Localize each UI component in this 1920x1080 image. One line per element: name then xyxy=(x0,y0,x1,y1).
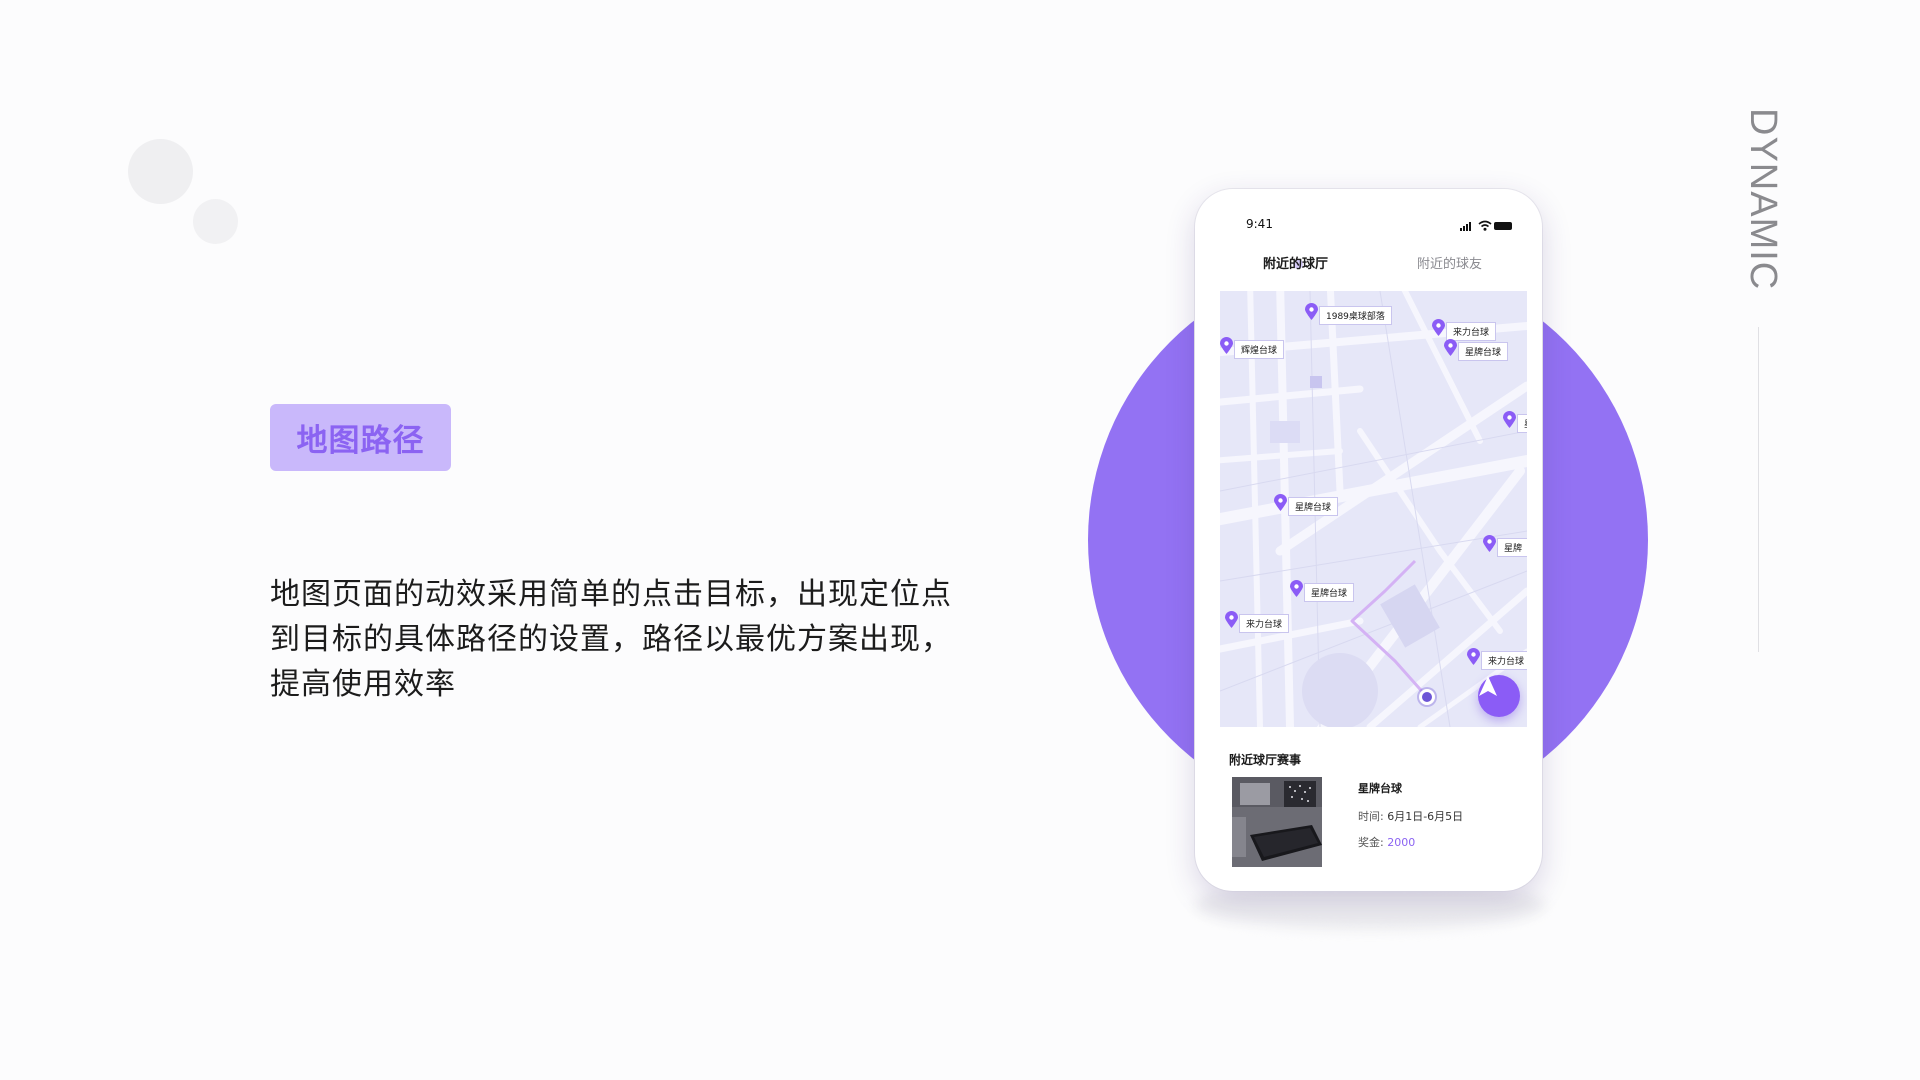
decorative-bubble-small xyxy=(193,199,238,244)
section-description: 地图页面的动效采用简单的点击目标，出现定位点到目标的具体路径的设置，路径以最优方… xyxy=(270,577,952,702)
map-marker[interactable]: 1989桌球部落 xyxy=(1305,303,1392,325)
tab-nearby-players[interactable]: 附近的球友 xyxy=(1417,253,1482,272)
event-thumbnail xyxy=(1232,777,1322,867)
event-section-title: 附近球厅赛事 xyxy=(1229,753,1302,767)
map-marker[interactable]: 来力台球 xyxy=(1467,648,1527,670)
map-marker[interactable]: 星牌台球 xyxy=(1444,339,1509,361)
decorative-bubble-large xyxy=(128,139,193,204)
map-marker[interactable]: 来力台球 xyxy=(1225,611,1290,633)
event-time: 时间: 6月1日-6月5日 xyxy=(1358,808,1463,824)
map-marker-label: 来力台球 xyxy=(1239,614,1290,633)
side-divider xyxy=(1758,327,1759,652)
map-marker-label: 辉煌台球 xyxy=(1234,340,1285,359)
tab-bar: 附近的球厅 附近的球友 xyxy=(1195,253,1542,281)
event-venue: 星牌台球 xyxy=(1358,782,1402,795)
map-marker[interactable]: 辉煌台球 xyxy=(1220,337,1285,359)
map-marker[interactable]: 星牌台球 xyxy=(1290,580,1355,602)
map-pin-icon xyxy=(1467,648,1480,665)
map-marker-label: 1989桌球部落 xyxy=(1319,306,1392,325)
map-view[interactable]: 1989桌球部落 来力台球 星牌台球 辉煌台球 星 星牌台球 星牌 星牌台球 xyxy=(1220,291,1527,727)
map-marker[interactable]: 星牌台球 xyxy=(1274,494,1339,516)
map-marker[interactable]: 星 xyxy=(1503,411,1527,433)
current-location-dot xyxy=(1419,689,1435,705)
map-marker-label: 星牌台球 xyxy=(1458,342,1509,361)
billiard-room-image xyxy=(1232,777,1322,867)
event-prize-value: 2000 xyxy=(1387,836,1416,849)
map-marker-label: 星牌台球 xyxy=(1288,497,1339,516)
event-prize-label: 奖金: xyxy=(1358,836,1384,849)
map-pin-icon xyxy=(1503,411,1516,428)
section-tag: 地图路径 xyxy=(270,404,451,471)
map-pin-icon xyxy=(1432,319,1445,336)
navigation-arrow-icon xyxy=(1479,676,1497,696)
tab-nearby-halls[interactable]: 附近的球厅 xyxy=(1263,253,1328,272)
map-marker[interactable]: 星牌 xyxy=(1483,535,1527,557)
event-time-value: 6月1日-6月5日 xyxy=(1387,810,1464,823)
map-marker-label: 来力台球 xyxy=(1481,651,1527,670)
phone-mockup: 9:41 附近的球厅 附近的球友 1989桌球部落 来力台球 星牌台球 辉煌台球… xyxy=(1195,189,1542,891)
status-icons xyxy=(1460,220,1512,232)
map-marker-label: 星 xyxy=(1517,414,1527,433)
map-pin-icon xyxy=(1274,494,1287,511)
event-card[interactable]: 星牌台球 时间: 6月1日-6月5日 奖金: 2000 xyxy=(1220,772,1527,876)
side-label-text: DYNAMIC xyxy=(1742,108,1784,291)
status-time: 9:41 xyxy=(1246,217,1273,231)
navigate-button[interactable] xyxy=(1478,675,1520,717)
event-time-label: 时间: xyxy=(1358,810,1384,823)
map-pin-icon xyxy=(1444,339,1457,356)
map-marker-label: 星牌 xyxy=(1497,538,1527,557)
map-pin-icon xyxy=(1290,580,1303,597)
signal-icon xyxy=(1460,222,1474,231)
wifi-icon xyxy=(1478,220,1492,231)
map-marker[interactable]: 来力台球 xyxy=(1432,319,1497,341)
status-bar: 9:41 xyxy=(1195,217,1542,237)
map-pin-icon xyxy=(1225,611,1238,628)
event-prize: 奖金: 2000 xyxy=(1358,834,1415,850)
map-marker-label: 星牌台球 xyxy=(1304,583,1355,602)
map-pin-icon xyxy=(1305,303,1318,320)
battery-icon xyxy=(1494,222,1512,230)
side-label: DYNAMIC xyxy=(1740,108,1784,308)
map-pin-icon xyxy=(1483,535,1496,552)
map-pin-icon xyxy=(1220,337,1233,354)
